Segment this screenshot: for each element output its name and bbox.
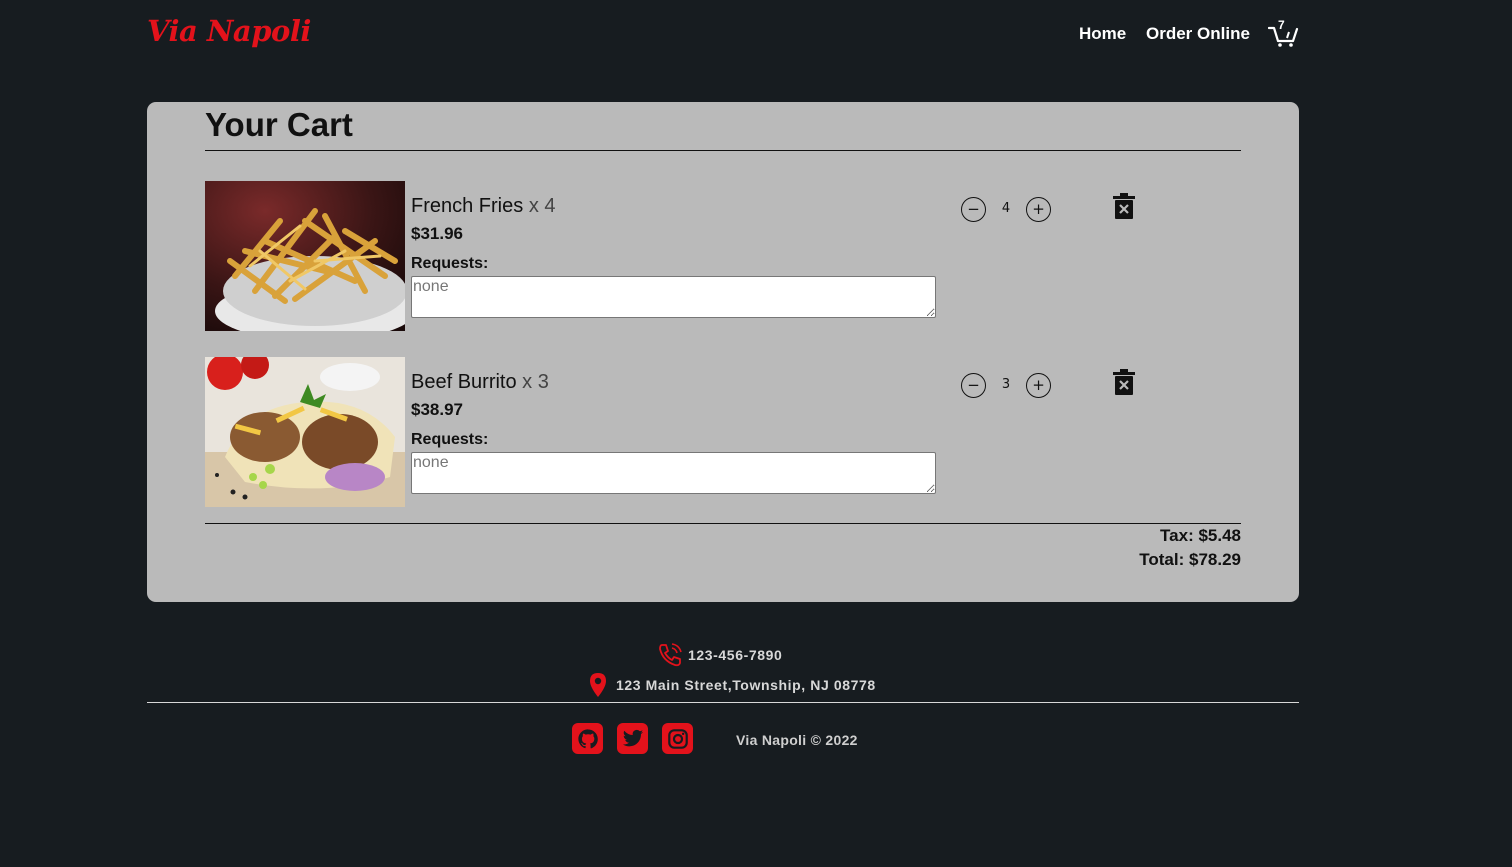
trash-icon (1113, 369, 1135, 395)
phone-number: 123-456-7890 (688, 647, 783, 663)
item-name-text: Beef Burrito (411, 371, 517, 393)
copyright-text: Via Napoli © 2022 (736, 732, 858, 748)
requests-textarea[interactable] (411, 276, 936, 318)
item-qty-text: x 3 (522, 371, 549, 393)
increase-quantity-button[interactable]: + (1026, 197, 1051, 222)
twitter-link[interactable] (617, 723, 648, 754)
item-price: $38.97 (411, 400, 463, 419)
trash-icon (1113, 193, 1135, 219)
divider (205, 523, 1241, 524)
decrease-quantity-button[interactable]: − (961, 373, 986, 398)
cart-button[interactable]: 7 (1268, 18, 1300, 48)
footer-phone: 123-456-7890 (657, 642, 782, 668)
requests-textarea[interactable] (411, 452, 936, 494)
total-amount: Total: $78.29 (1139, 550, 1241, 569)
requests-label: Requests: (411, 431, 489, 448)
instagram-icon (667, 728, 688, 749)
remove-item-button[interactable] (1113, 193, 1135, 219)
cart-title: Your Cart (205, 106, 353, 143)
nav-home-link[interactable]: Home (1079, 24, 1126, 44)
decrease-quantity-button[interactable]: − (961, 197, 986, 222)
divider (205, 150, 1241, 151)
github-icon (577, 728, 598, 748)
item-name-text: French Fries (411, 195, 524, 217)
nav-order-online-link[interactable]: Order Online (1146, 24, 1250, 44)
twitter-icon (622, 729, 643, 746)
quantity-value: 4 (1001, 201, 1011, 216)
item-name: Beef Burrito x 3 (411, 371, 549, 394)
instagram-link[interactable] (662, 723, 693, 754)
quantity-value: 3 (1001, 377, 1011, 392)
phone-icon (659, 643, 682, 667)
tax-amount: Tax: $5.48 (1160, 526, 1241, 545)
remove-item-button[interactable] (1113, 369, 1135, 395)
brand-logo[interactable]: Via Napoli (147, 14, 311, 48)
github-link[interactable] (572, 723, 603, 754)
cart-item: Beef Burrito x 3 $38.97 Requests: − 3 + (205, 357, 1241, 507)
french-fries-photo (205, 181, 405, 331)
increase-quantity-button[interactable]: + (1026, 373, 1051, 398)
address-text: 123 Main Street,Township, NJ 08778 (616, 677, 876, 693)
cart-item: French Fries x 4 $31.96 Requests: − 4 + (205, 181, 1241, 331)
beef-burrito-photo (205, 357, 405, 507)
item-qty-text: x 4 (528, 195, 556, 217)
item-name: French Fries x 4 (411, 195, 556, 218)
cart-icon (1268, 26, 1299, 47)
cart-panel: Your Cart French Fries x 4 $31.96 Reques… (147, 102, 1299, 602)
requests-label: Requests: (411, 255, 489, 272)
item-price: $31.96 (411, 224, 463, 243)
footer-divider (147, 702, 1299, 703)
location-pin-icon (590, 673, 606, 697)
footer-address: 123 Main Street,Township, NJ 08778 (588, 672, 876, 698)
